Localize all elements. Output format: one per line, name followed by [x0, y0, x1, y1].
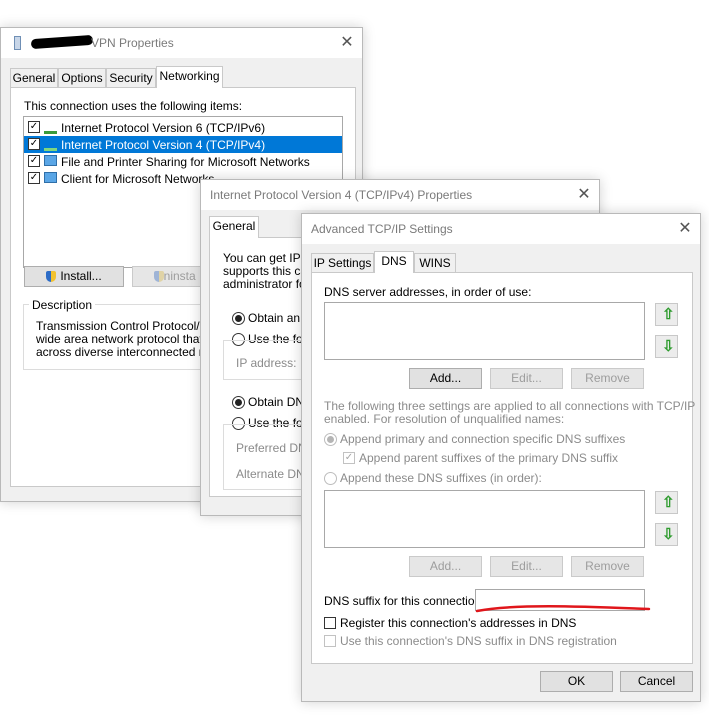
- shield-icon: [154, 271, 164, 282]
- item-checkbox[interactable]: ✓: [28, 172, 40, 184]
- close-icon[interactable]: ✕: [336, 32, 358, 54]
- item-label: Internet Protocol Version 4 (TCP/IPv4): [61, 138, 266, 152]
- item-checkbox[interactable]: ✓: [28, 121, 40, 133]
- append-parent-checkbox[interactable]: ✓: [343, 452, 355, 464]
- move-down-button[interactable]: ⇩: [655, 335, 678, 358]
- ipv4-titlebar: Internet Protocol Version 4 (TCP/IPv4) P…: [201, 180, 599, 210]
- item-checkbox[interactable]: ✓: [28, 155, 40, 167]
- item-checkbox[interactable]: ✓: [28, 138, 40, 150]
- description-text: Transmission Control Protocol/Inter: [36, 319, 224, 333]
- dns-remove-button[interactable]: Remove: [571, 368, 644, 389]
- dns-suffixes-list[interactable]: [324, 490, 645, 548]
- ok-button[interactable]: OK: [540, 671, 613, 692]
- suffix-move-down-button[interactable]: ⇩: [655, 523, 678, 546]
- suffix-edit-button[interactable]: Edit...: [490, 556, 563, 577]
- items-label: This connection uses the following items…: [24, 99, 243, 113]
- ip-address-label: IP address:: [236, 356, 297, 370]
- use-suffix-registration-label: Use this connection's DNS suffix in DNS …: [340, 634, 617, 648]
- description-text: across diverse interconnected netw: [36, 345, 225, 359]
- close-icon[interactable]: ✕: [674, 218, 696, 240]
- tab-general[interactable]: General: [10, 68, 58, 88]
- dns-servers-list[interactable]: [324, 302, 645, 360]
- cancel-button[interactable]: Cancel: [620, 671, 693, 692]
- vpn-window-title: VPN Properties: [91, 36, 174, 50]
- shield-icon: [46, 271, 57, 282]
- tab-dns[interactable]: DNS: [374, 251, 414, 273]
- advanced-tcpip-window: Advanced TCP/IP Settings ✕ IP Settings D…: [301, 213, 701, 702]
- tab-networking[interactable]: Networking: [156, 66, 223, 88]
- obtain-dns-radio[interactable]: [232, 396, 245, 409]
- description-label: Description: [29, 298, 96, 312]
- install-button[interactable]: Install...: [24, 266, 124, 287]
- tab-wins[interactable]: WINS: [414, 253, 456, 273]
- move-up-button[interactable]: ⇧: [655, 303, 678, 326]
- tab-general[interactable]: General: [209, 216, 259, 238]
- vpn-window-icon: [14, 36, 21, 50]
- vpn-titlebar: VPN Properties ✕: [1, 28, 362, 58]
- suffix-remove-button[interactable]: Remove: [571, 556, 644, 577]
- monitor-network-icon: [44, 172, 57, 183]
- append-these-label: Append these DNS suffixes (in order):: [340, 471, 542, 485]
- tab-options[interactable]: Options: [58, 68, 106, 88]
- item-label: Client for Microsoft Networks: [61, 172, 215, 186]
- list-item-selected[interactable]: ✓ Internet Protocol Version 4 (TCP/IPv4): [24, 136, 342, 153]
- list-item[interactable]: ✓ File and Printer Sharing for Microsoft…: [24, 153, 342, 170]
- dns-suffix-label: DNS suffix for this connection:: [324, 594, 485, 608]
- dns-add-button[interactable]: Add...: [409, 368, 482, 389]
- description-text: wide area network protocol that pro: [36, 332, 224, 346]
- network-protocol-icon: [44, 140, 57, 151]
- close-icon[interactable]: ✕: [573, 184, 595, 206]
- tab-security[interactable]: Security: [106, 68, 156, 88]
- arrow-up-icon: ⇧: [662, 494, 675, 511]
- redacted-name-mark: [30, 34, 94, 50]
- item-label: Internet Protocol Version 6 (TCP/IPv6): [61, 121, 266, 135]
- intro-text: You can get IP s: [223, 251, 310, 265]
- red-underline-annotation: [475, 605, 651, 613]
- append-primary-radio[interactable]: [324, 433, 337, 446]
- append-these-radio[interactable]: [324, 472, 337, 485]
- arrow-down-icon: ⇩: [662, 526, 675, 543]
- ipv4-window-title: Internet Protocol Version 4 (TCP/IPv4) P…: [210, 188, 473, 202]
- dns-edit-button[interactable]: Edit...: [490, 368, 563, 389]
- suffix-add-button[interactable]: Add...: [409, 556, 482, 577]
- register-addresses-checkbox[interactable]: [324, 617, 336, 629]
- install-label: Install...: [60, 269, 102, 283]
- arrow-up-icon: ⇧: [662, 306, 675, 323]
- suffix-move-up-button[interactable]: ⇧: [655, 491, 678, 514]
- list-item[interactable]: ✓ Internet Protocol Version 6 (TCP/IPv6): [24, 119, 342, 136]
- register-addresses-label: Register this connection's addresses in …: [340, 616, 577, 630]
- use-suffix-registration-checkbox[interactable]: [324, 635, 336, 647]
- item-label: File and Printer Sharing for Microsoft N…: [61, 155, 310, 169]
- monitor-network-icon: [44, 155, 57, 166]
- advanced-window-title: Advanced TCP/IP Settings: [311, 222, 453, 236]
- info-text: enabled. For resolution of unqualified n…: [324, 412, 565, 426]
- obtain-ip-radio[interactable]: [232, 312, 245, 325]
- tab-ip-settings[interactable]: IP Settings: [311, 253, 374, 273]
- arrow-down-icon: ⇩: [662, 338, 675, 355]
- advanced-titlebar: Advanced TCP/IP Settings ✕: [302, 214, 700, 244]
- append-primary-label: Append primary and connection specific D…: [340, 432, 626, 446]
- append-parent-label: Append parent suffixes of the primary DN…: [359, 451, 619, 465]
- dns-servers-label: DNS server addresses, in order of use:: [324, 285, 532, 299]
- info-text: The following three settings are applied…: [324, 399, 696, 413]
- network-protocol-icon: [44, 123, 57, 134]
